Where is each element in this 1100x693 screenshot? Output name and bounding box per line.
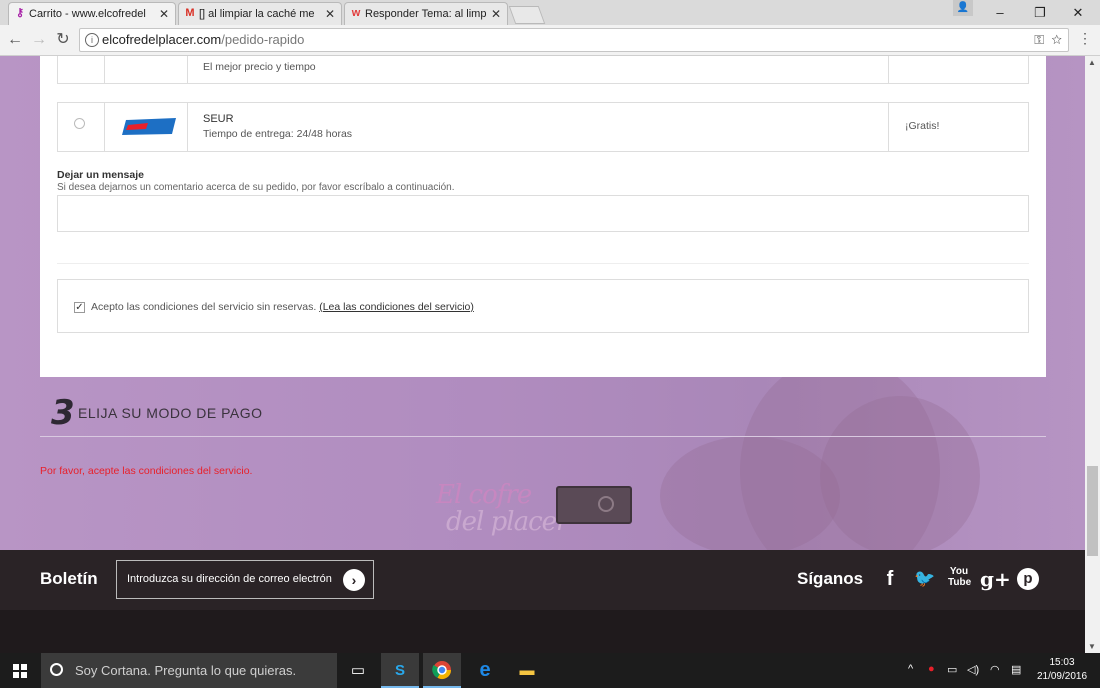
terms-link[interactable]: (Lea las condiciones del servicio) bbox=[319, 301, 474, 313]
new-tab-button[interactable] bbox=[508, 6, 546, 24]
carrier-row[interactable]: El mejor precio y tiempo bbox=[57, 56, 1029, 84]
newsletter-input[interactable]: Introduzca su dirección de correo electr… bbox=[116, 560, 374, 599]
close-tab-icon[interactable]: ✕ bbox=[159, 7, 169, 21]
tab-gmail[interactable]: M [] al limpiar la caché me ✕ bbox=[178, 2, 342, 25]
step-number: 3 bbox=[51, 393, 75, 433]
wifi-icon[interactable]: ◠ bbox=[990, 663, 1000, 676]
task-view-icon[interactable]: ▭ bbox=[339, 653, 377, 688]
message-title: Dejar un mensaje bbox=[57, 169, 144, 181]
carrier-row-seur[interactable]: SEUR Tiempo de entrega: 24/48 horas ¡Gra… bbox=[57, 102, 1029, 152]
file-explorer-icon[interactable]: ▬ bbox=[508, 653, 546, 688]
twitter-icon[interactable]: 🐦 bbox=[913, 566, 937, 592]
tab-responder[interactable]: w Responder Tema: al limpi ✕ bbox=[344, 2, 508, 25]
logo-line2: del placer bbox=[446, 507, 568, 537]
scroll-down-icon[interactable]: ▼ bbox=[1088, 642, 1096, 651]
address-bar[interactable]: i elcofredelplacer.com/pedido-rapido ⚿ ☆ bbox=[79, 28, 1069, 52]
chevron-up-icon[interactable]: ^ bbox=[908, 663, 913, 675]
close-window-button[interactable]: ✕ bbox=[1058, 0, 1098, 25]
browser-toolbar: ← → ↻ i elcofredelplacer.com/pedido-rapi… bbox=[0, 25, 1100, 56]
antivirus-icon[interactable]: ● bbox=[928, 663, 935, 675]
w-favicon-icon: w bbox=[351, 7, 361, 19]
reload-icon[interactable]: ↻ bbox=[53, 30, 73, 50]
treasure-chest-icon bbox=[556, 486, 632, 524]
newsletter-label: Boletín bbox=[40, 569, 98, 588]
taskbar: Soy Cortana. Pregunta lo que quieras. ▭ … bbox=[0, 653, 1100, 688]
page-viewport: El mejor precio y tiempo SEUR Tiempo de … bbox=[0, 56, 1085, 653]
restore-button[interactable]: ❐ bbox=[1020, 0, 1060, 25]
follow-label: Síganos bbox=[797, 569, 864, 588]
newsletter-placeholder: Introduzca su dirección de correo electr… bbox=[127, 573, 332, 585]
newsletter-submit-icon[interactable]: › bbox=[343, 569, 365, 591]
url-path: /pedido-rapido bbox=[221, 32, 305, 47]
pinterest-icon[interactable]: p bbox=[1017, 568, 1039, 590]
carrier-description: El mejor precio y tiempo bbox=[203, 61, 316, 73]
footer: Boletín Introduzca su dirección de corre… bbox=[0, 550, 1085, 610]
windows-start-icon[interactable] bbox=[13, 664, 27, 678]
carrier-price: ¡Gratis! bbox=[905, 120, 940, 132]
clock-time: 15:03 bbox=[1049, 657, 1075, 668]
chrome-icon[interactable] bbox=[423, 653, 461, 688]
battery-icon[interactable]: ▭ bbox=[947, 663, 957, 676]
skype-icon[interactable]: S bbox=[381, 653, 419, 688]
info-icon[interactable]: i bbox=[85, 33, 99, 47]
user-profile-icon[interactable]: 👤 bbox=[953, 0, 973, 16]
close-tab-icon[interactable]: ✕ bbox=[325, 7, 335, 21]
forward-arrow-icon[interactable]: → bbox=[29, 30, 49, 50]
carrier-description: Tiempo de entrega: 24/48 horas bbox=[203, 128, 353, 140]
minimize-button[interactable]: – bbox=[980, 0, 1020, 25]
site-logo[interactable]: El cofre del placer bbox=[436, 480, 636, 540]
tab-title: Carrito - www.elcofredel bbox=[29, 8, 146, 20]
checkout-card: El mejor precio y tiempo SEUR Tiempo de … bbox=[40, 56, 1046, 377]
cortana-placeholder: Soy Cortana. Pregunta lo que quieras. bbox=[75, 663, 297, 678]
logo-line1: El cofre bbox=[436, 480, 532, 510]
back-arrow-icon[interactable]: ← bbox=[5, 30, 25, 50]
terms-checkbox[interactable]: ✓ bbox=[74, 302, 85, 313]
tab-title: [] al limpiar la caché me bbox=[199, 8, 315, 20]
close-tab-icon[interactable]: ✕ bbox=[491, 7, 501, 21]
terms-text: Acepto las condiciones del servicio sin … bbox=[91, 301, 317, 313]
menu-dots-icon[interactable]: ⋮ bbox=[1078, 30, 1092, 47]
gmail-favicon-icon: M bbox=[185, 7, 195, 19]
footer-bottom bbox=[0, 610, 1085, 653]
message-help: Si desea dejarnos un comentario acerca d… bbox=[57, 182, 455, 193]
carrier-radio[interactable] bbox=[74, 118, 85, 129]
scrollbar-thumb[interactable] bbox=[1087, 466, 1098, 556]
edge-icon[interactable]: e bbox=[466, 653, 504, 688]
notifications-icon[interactable]: ▤ bbox=[1011, 663, 1021, 676]
clock[interactable]: 15:03 21/09/2016 bbox=[1034, 656, 1090, 684]
terms-error-message: Por favor, acepte las condiciones del se… bbox=[40, 465, 253, 477]
divider bbox=[57, 263, 1029, 264]
cortana-icon bbox=[50, 663, 63, 676]
tab-title: Responder Tema: al limpi bbox=[365, 8, 487, 20]
step-divider bbox=[40, 436, 1046, 437]
tab-carrito[interactable]: ⚷ Carrito - www.elcofredel ✕ bbox=[8, 2, 176, 25]
volume-icon[interactable]: ◁) bbox=[967, 663, 979, 676]
clock-date: 21/09/2016 bbox=[1036, 671, 1088, 682]
keyhole-favicon-icon: ⚷ bbox=[15, 7, 25, 19]
key-icon[interactable]: ⚿ bbox=[1034, 32, 1044, 47]
browser-tab-strip: ⚷ Carrito - www.elcofredel ✕ M [] al lim… bbox=[0, 0, 1100, 25]
step-title: ELIJA SU MODO DE PAGO bbox=[78, 405, 263, 421]
youtube-icon[interactable]: You Tube bbox=[948, 566, 971, 592]
star-icon[interactable]: ☆ bbox=[1051, 32, 1062, 47]
carrier-name: SEUR bbox=[203, 113, 234, 125]
message-textarea[interactable] bbox=[57, 195, 1029, 232]
seur-logo-icon bbox=[122, 118, 176, 135]
cortana-search-box[interactable]: Soy Cortana. Pregunta lo que quieras. bbox=[41, 653, 337, 688]
terms-box: ✓ Acepto las condiciones del servicio si… bbox=[57, 279, 1029, 333]
url-domain: elcofredelplacer.com bbox=[102, 32, 222, 47]
facebook-icon[interactable]: f bbox=[882, 566, 898, 592]
scroll-up-icon[interactable]: ▲ bbox=[1088, 58, 1096, 67]
page-scrollbar[interactable]: ▲ ▼ bbox=[1085, 56, 1100, 653]
google-plus-icon[interactable]: g+ bbox=[980, 566, 1011, 592]
